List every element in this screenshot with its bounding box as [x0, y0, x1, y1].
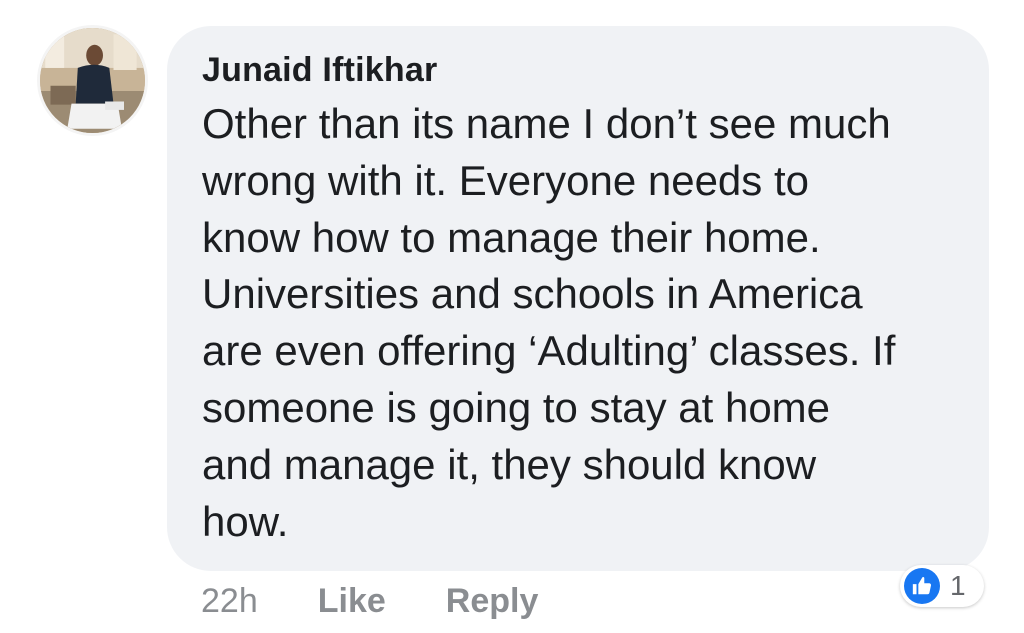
reply-button[interactable]: Reply [446, 582, 539, 621]
comment-line: know how to manage their home. [202, 213, 821, 261]
comment-screen: Junaid Iftikhar Other than its name I do… [0, 0, 1024, 633]
comment-bubble: Junaid Iftikhar Other than its name I do… [167, 26, 989, 571]
comment-line: wrong with it. Everyone needs to [202, 156, 809, 204]
comment-author[interactable]: Junaid Iftikhar [202, 50, 955, 90]
reaction-summary[interactable]: 1 [900, 565, 984, 607]
comment-timestamp[interactable]: 22h [201, 582, 258, 621]
comment-actions: 22h Like Reply [201, 582, 598, 621]
comment-line: and manage it, they should know [202, 440, 817, 488]
comment-line: Universities and schools in America [202, 270, 863, 318]
reaction-count: 1 [950, 570, 966, 601]
comment-line: are even offering ‘Adulting’ classes. If [202, 327, 896, 375]
thumbs-up-icon [904, 568, 940, 604]
comment-text: Other than its name I don’t see much wro… [202, 96, 955, 550]
comment-line: Other than its name I don’t see much [202, 100, 891, 147]
avatar-photo [40, 28, 145, 133]
like-button[interactable]: Like [318, 582, 386, 621]
comment-line: someone is going to stay at home [202, 383, 831, 431]
comment-line: how. [202, 497, 289, 545]
avatar[interactable] [37, 25, 148, 136]
